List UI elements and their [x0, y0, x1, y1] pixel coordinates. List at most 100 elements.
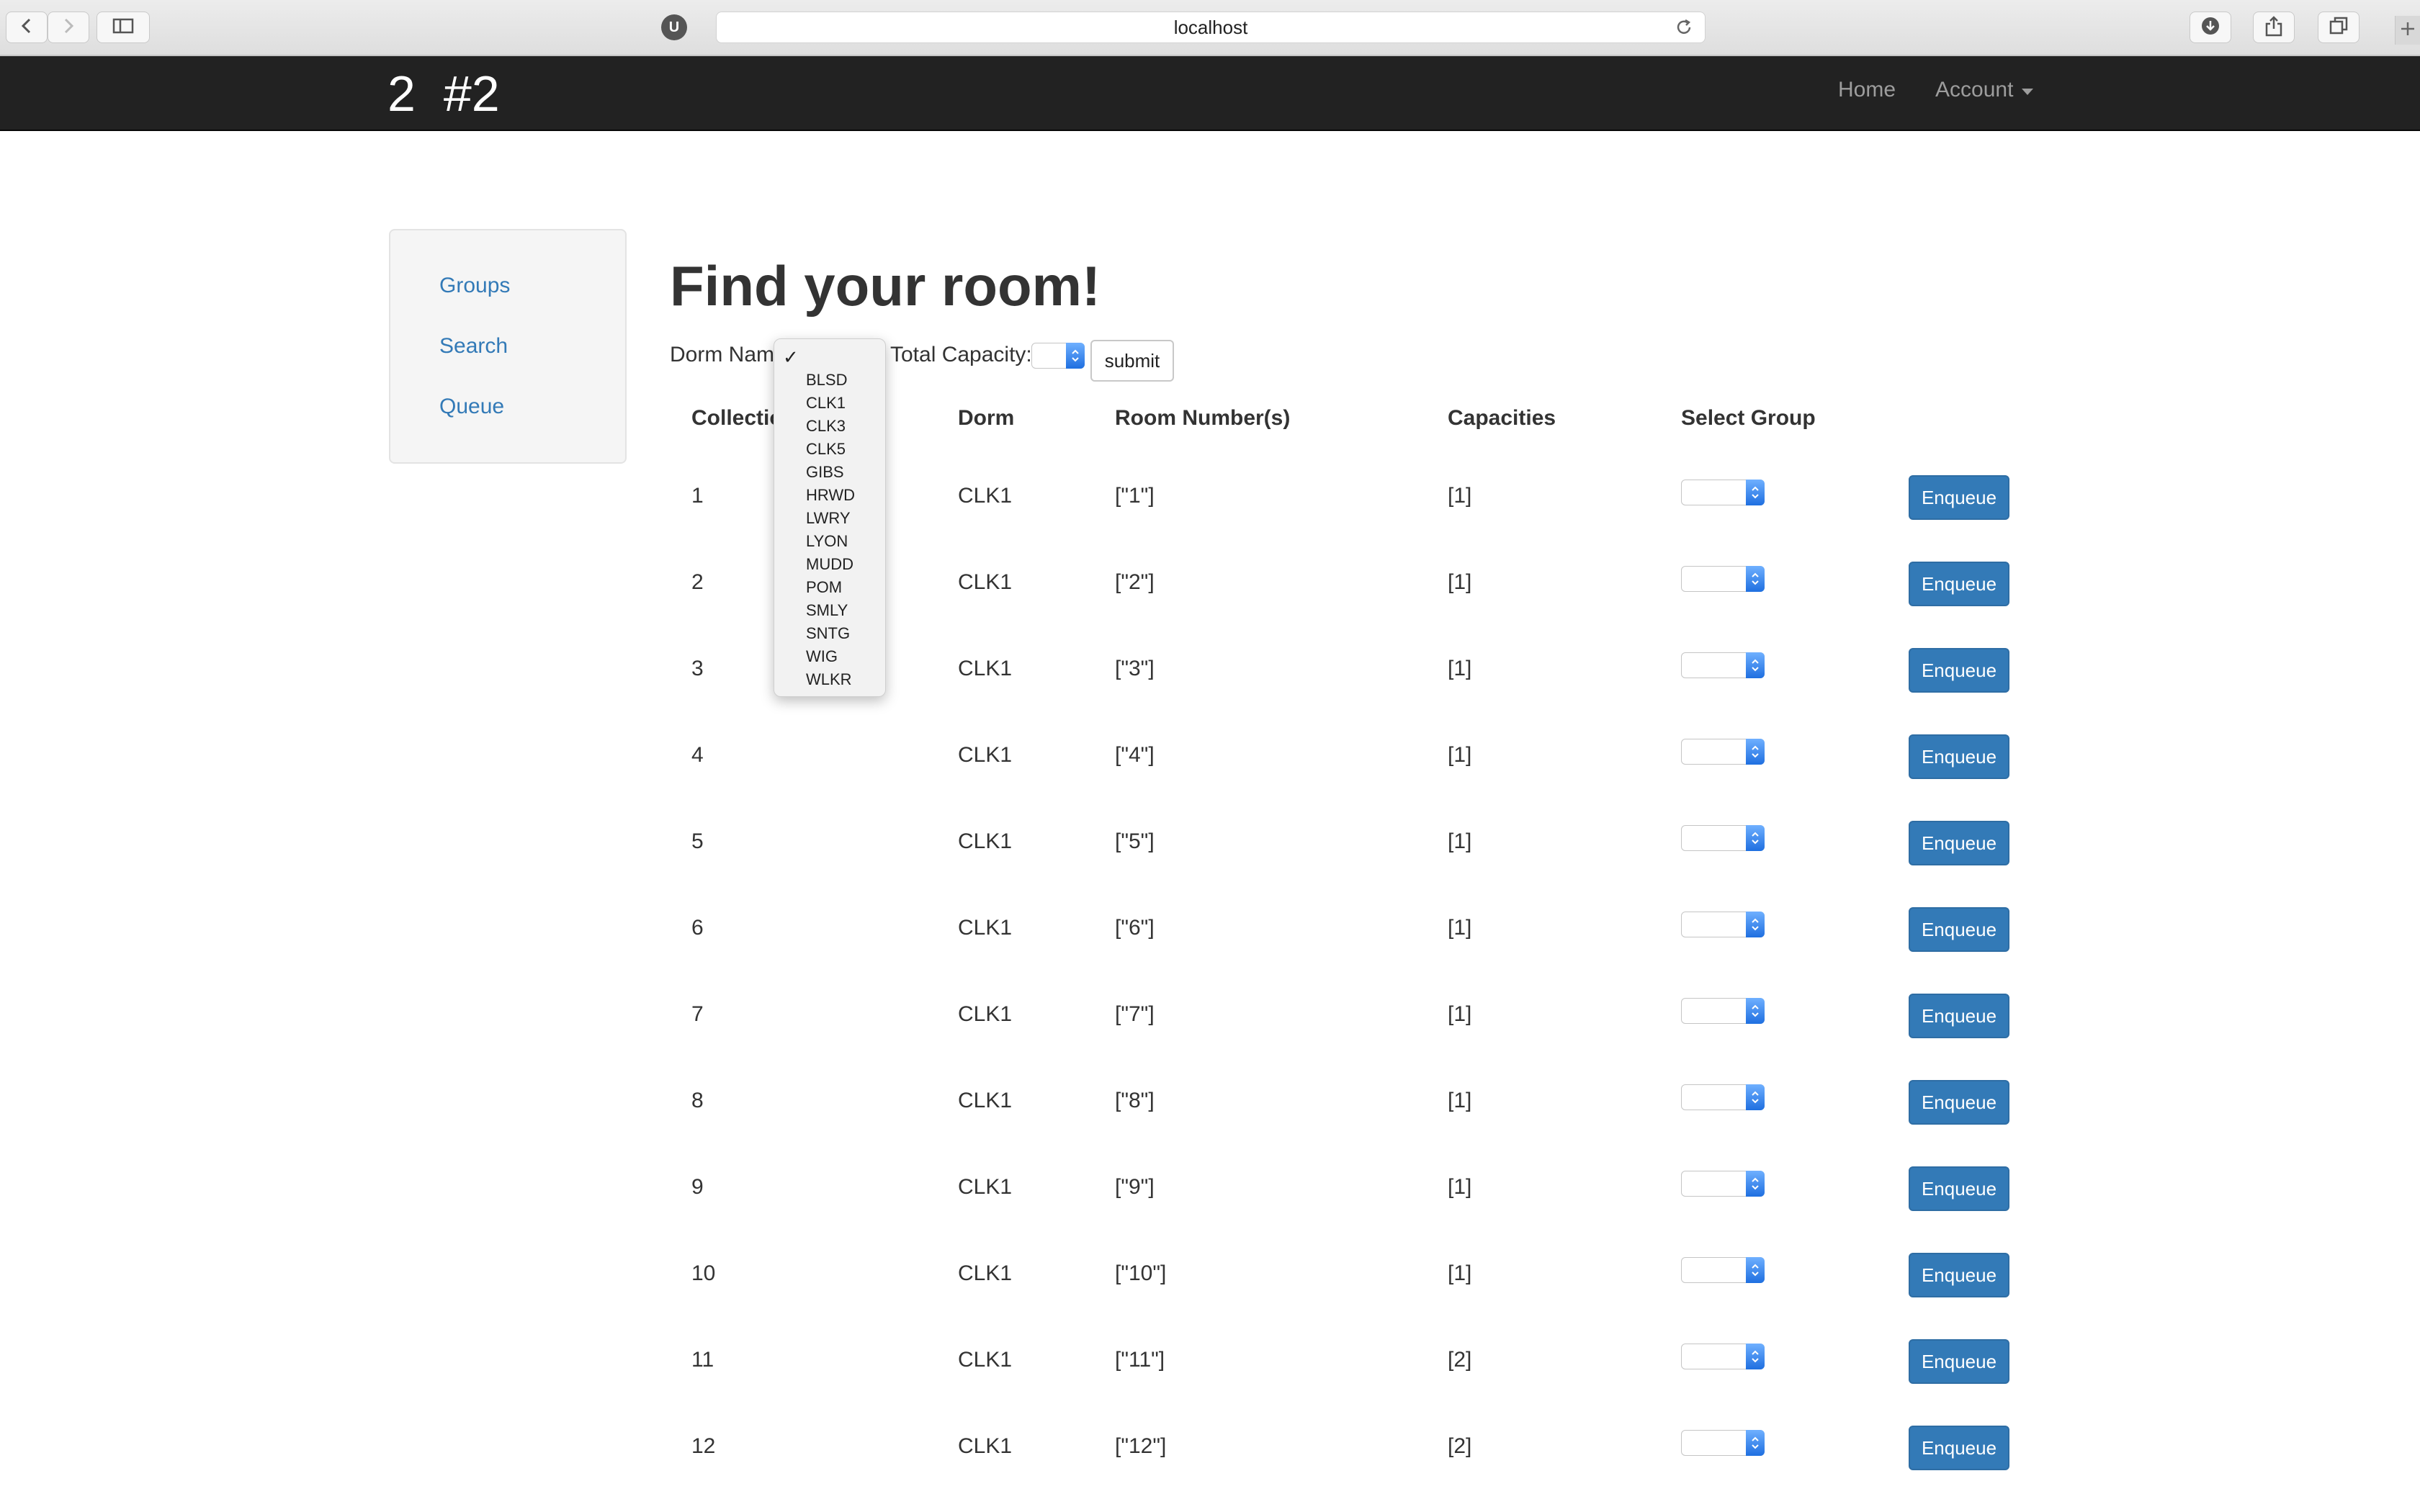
select-group-dropdown[interactable] — [1681, 566, 1765, 592]
downloads-button[interactable] — [2190, 12, 2231, 43]
sidebar: Groups Search Queue — [389, 229, 627, 464]
cell-room-numbers: ["9"] — [1115, 1175, 1155, 1199]
share-button[interactable] — [2253, 12, 2295, 43]
dorm-option[interactable]: GIBS — [806, 463, 844, 482]
enqueue-button[interactable]: Enqueue — [1909, 907, 2009, 952]
enqueue-button[interactable]: Enqueue — [1909, 1080, 2009, 1125]
cell-room-numbers: ["6"] — [1115, 916, 1155, 940]
select-group-dropdown[interactable] — [1681, 1430, 1765, 1456]
select-arrows-icon — [1746, 739, 1765, 765]
cell-collection: 5 — [691, 829, 704, 853]
select-arrows-icon — [1746, 652, 1765, 678]
select-arrows-icon — [1746, 566, 1765, 592]
tabs-button[interactable] — [2318, 12, 2360, 43]
select-arrows-icon — [1066, 343, 1085, 369]
back-button[interactable] — [6, 12, 48, 43]
sidebar-item-queue[interactable]: Queue — [439, 395, 504, 419]
reload-icon[interactable] — [1673, 17, 1695, 43]
sidebar-item-search[interactable]: Search — [439, 334, 508, 359]
dorm-name-dropdown-menu[interactable]: ✓ BLSD CLK1 CLK3 CLK5 GIBS HRWD LWRY LYON MUDD PO… — [774, 338, 886, 697]
url-text: localhost — [1173, 16, 1248, 38]
submit-button[interactable]: submit — [1090, 340, 1174, 382]
enqueue-button[interactable]: Enqueue — [1909, 475, 2009, 520]
select-group-dropdown[interactable] — [1681, 1084, 1765, 1110]
dorm-option[interactable]: LYON — [806, 532, 848, 551]
header-select-group: Select Group — [1681, 406, 1816, 430]
browser-toolbar: U localhost — [0, 0, 2420, 56]
nav-account-label: Account — [1935, 78, 2014, 102]
header-dorm: Dorm — [958, 406, 1015, 430]
dorm-option[interactable]: CLK1 — [806, 394, 846, 413]
enqueue-button[interactable]: Enqueue — [1909, 994, 2009, 1038]
cell-dorm: CLK1 — [958, 657, 1013, 680]
cell-room-numbers: ["1"] — [1115, 484, 1155, 508]
select-arrows-icon — [1746, 1344, 1765, 1369]
dorm-option[interactable]: CLK5 — [806, 440, 846, 459]
total-capacity-label: Total Capacity: — [890, 343, 1032, 366]
cell-capacities: [1] — [1448, 743, 1472, 767]
cell-dorm: CLK1 — [958, 570, 1013, 594]
chevron-left-icon — [19, 17, 34, 38]
dorm-option[interactable]: POM — [806, 578, 842, 597]
select-group-dropdown[interactable] — [1681, 998, 1765, 1024]
cell-capacities: [1] — [1448, 829, 1472, 853]
dorm-option[interactable]: WIG — [806, 647, 838, 666]
enqueue-button[interactable]: Enqueue — [1909, 734, 2009, 779]
select-group-dropdown[interactable] — [1681, 739, 1765, 765]
cell-dorm: CLK1 — [958, 1261, 1013, 1285]
dorm-option[interactable]: SNTG — [806, 624, 850, 643]
select-arrows-icon — [1746, 1084, 1765, 1110]
dorm-option[interactable]: SMLY — [806, 601, 848, 620]
forward-button[interactable] — [48, 12, 89, 43]
enqueue-button[interactable]: Enqueue — [1909, 1166, 2009, 1211]
plus-icon — [2400, 21, 2416, 40]
nav-home-link[interactable]: Home — [1838, 78, 1896, 102]
cell-room-numbers: ["11"] — [1115, 1348, 1165, 1372]
select-arrows-icon — [1746, 912, 1765, 937]
cell-dorm: CLK1 — [958, 1348, 1013, 1372]
dorm-option[interactable]: HRWD — [806, 486, 855, 505]
cell-room-numbers: ["10"] — [1115, 1261, 1167, 1285]
select-group-dropdown[interactable] — [1681, 825, 1765, 851]
new-tab-button[interactable] — [2395, 16, 2420, 45]
cell-collection: 11 — [691, 1348, 714, 1372]
select-group-dropdown[interactable] — [1681, 1257, 1765, 1283]
select-group-dropdown[interactable] — [1681, 912, 1765, 937]
select-arrows-icon — [1746, 998, 1765, 1024]
capacity-select[interactable] — [1031, 343, 1085, 369]
cell-capacities: [2] — [1448, 1434, 1472, 1458]
sidebar-item-groups[interactable]: Groups — [439, 274, 510, 298]
enqueue-button[interactable]: Enqueue — [1909, 1339, 2009, 1384]
brand-title[interactable]: 2 #2 — [387, 65, 500, 122]
url-bar[interactable]: localhost — [716, 12, 1706, 43]
enqueue-button[interactable]: Enqueue — [1909, 562, 2009, 606]
select-arrows-icon — [1746, 480, 1765, 505]
dorm-option[interactable]: LWRY — [806, 509, 851, 528]
sidebar-toggle-button[interactable] — [97, 12, 150, 43]
select-group-dropdown[interactable] — [1681, 1171, 1765, 1197]
select-group-dropdown[interactable] — [1681, 1344, 1765, 1369]
cell-dorm: CLK1 — [958, 1434, 1013, 1458]
dorm-option[interactable]: MUDD — [806, 555, 853, 574]
dorm-option[interactable]: WLKR — [806, 670, 852, 689]
extension-icon[interactable]: U — [661, 14, 687, 40]
enqueue-button[interactable]: Enqueue — [1909, 821, 2009, 865]
select-group-dropdown[interactable] — [1681, 480, 1765, 505]
enqueue-button[interactable]: Enqueue — [1909, 1426, 2009, 1470]
nav-account-dropdown[interactable]: Account — [1935, 78, 2034, 102]
header-capacities: Capacities — [1448, 406, 1556, 430]
enqueue-button[interactable]: Enqueue — [1909, 1253, 2009, 1297]
cell-room-numbers: ["2"] — [1115, 570, 1155, 594]
dorm-option[interactable]: BLSD — [806, 371, 847, 390]
select-group-dropdown[interactable] — [1681, 652, 1765, 678]
tabs-icon — [2329, 16, 2349, 40]
cell-dorm: CLK1 — [958, 916, 1013, 940]
select-arrows-icon — [1746, 1257, 1765, 1283]
select-arrows-icon — [1746, 1171, 1765, 1197]
chevron-right-icon — [61, 17, 76, 38]
cell-collection: 7 — [691, 1002, 704, 1026]
enqueue-button[interactable]: Enqueue — [1909, 648, 2009, 693]
dorm-option[interactable]: CLK3 — [806, 417, 846, 436]
cell-dorm: CLK1 — [958, 484, 1013, 508]
cell-capacities: [1] — [1448, 1002, 1472, 1026]
